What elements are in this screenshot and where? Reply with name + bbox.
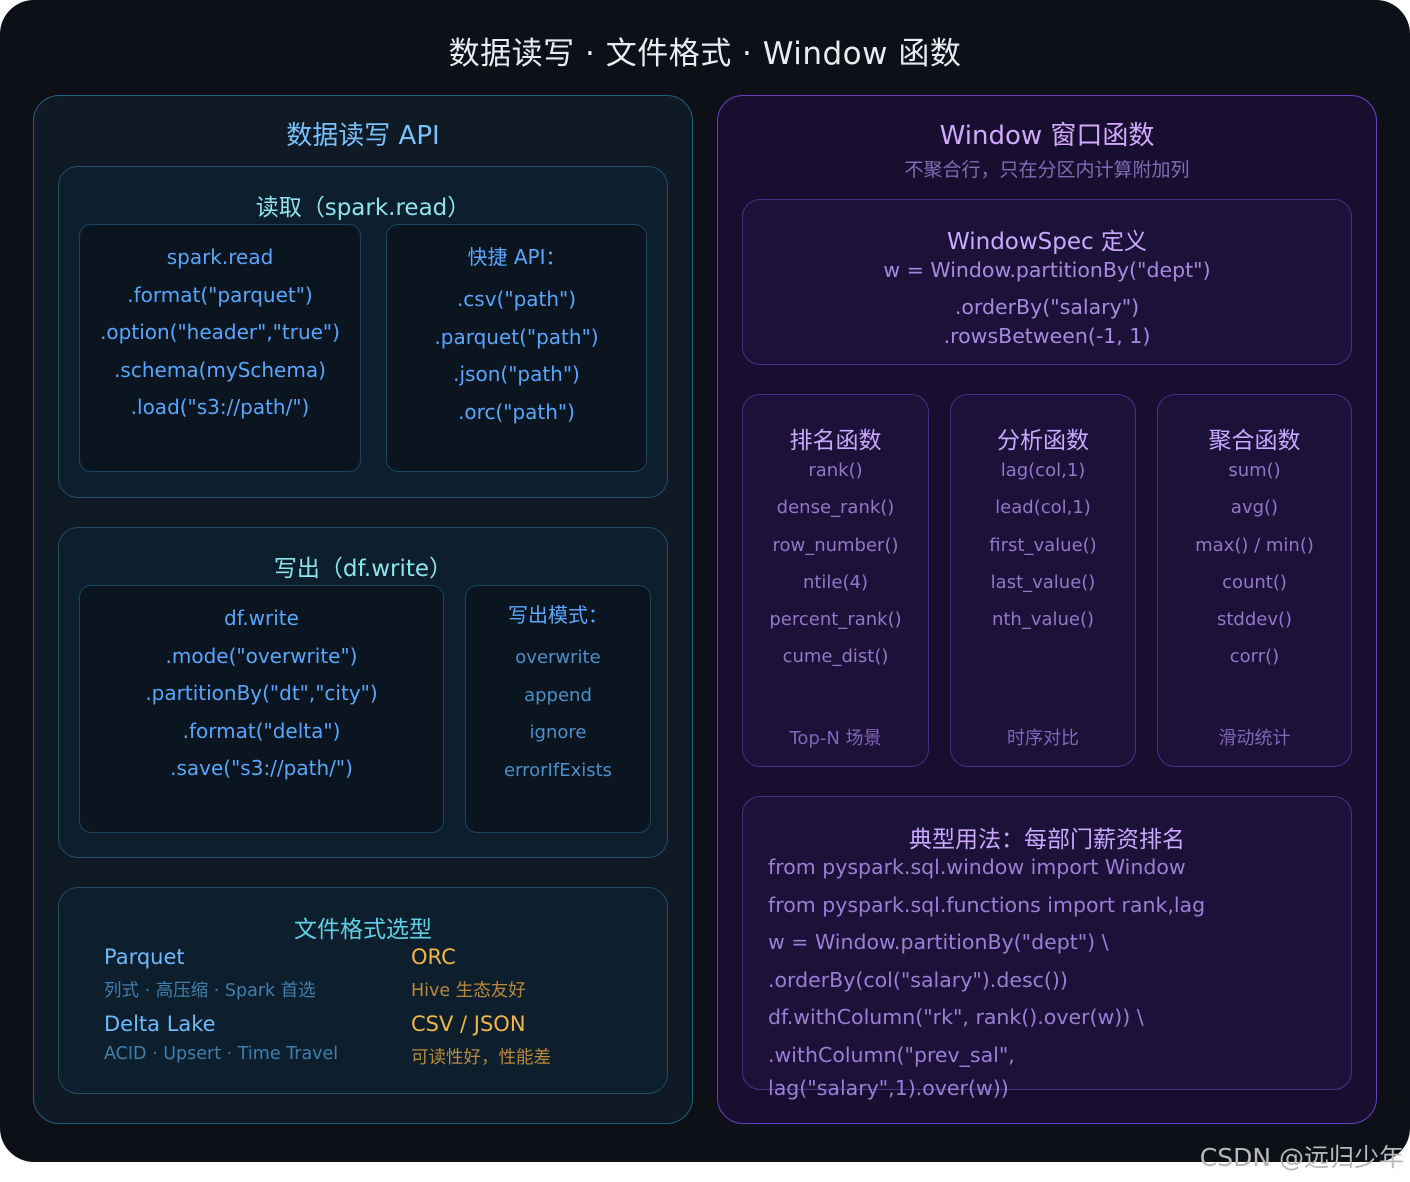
group-footer: Top-N 场景 — [789, 728, 882, 749]
format-desc-delta: ACID · Upsert · Time Travel — [104, 1044, 339, 1064]
group-title: 分析函数 — [997, 428, 1089, 454]
function-item: avg() — [1230, 497, 1279, 519]
function-item: corr() — [1229, 646, 1280, 668]
function-item: lead(col,1) — [995, 497, 1091, 519]
code-line: .mode("overwrite") — [165, 643, 358, 668]
code-line: lag("salary",1).over(w)) — [768, 1076, 1009, 1100]
analytic-functions-box: 分析函数 lag(col,1) lead(col,1) first_value(… — [950, 394, 1136, 767]
group-footer: 滑动统计 — [1218, 728, 1291, 749]
windowspec-line: .orderBy("salary") — [954, 295, 1140, 319]
code-line: .partitionBy("dt","city") — [145, 681, 378, 705]
write-code-list: df.write .mode("overwrite") .partitionBy… — [80, 600, 443, 788]
read-code-list: spark.read .format("parquet") .option("h… — [80, 239, 360, 427]
group-title: 排名函数 — [789, 428, 882, 454]
format-desc-orc: Hive 生态友好 — [411, 981, 526, 1001]
code-line: spark.read — [166, 245, 274, 269]
function-item: rank() — [808, 460, 863, 481]
windowspec-line: .rowsBetween(-1, 1) — [943, 324, 1151, 348]
code-line: .load("s3://path/") — [130, 395, 310, 419]
code-line: .orderBy(col("salary").desc()) — [768, 967, 1068, 992]
function-item: nth_value() — [991, 609, 1095, 631]
window-subheading: 不聚合行，只在分区内计算附加列 — [904, 159, 1190, 181]
shortcut-item: .orc("path") — [458, 399, 575, 424]
page-title: 数据读写 · 文件格式 · Window 函数 — [448, 36, 962, 72]
shortcut-item: .json("path") — [453, 362, 580, 386]
mode-item: overwrite — [515, 647, 601, 668]
function-list: rank() dense_rank() row_number() ntile(4… — [743, 452, 928, 676]
function-item: last_value() — [990, 571, 1096, 593]
function-item: first_value() — [989, 534, 1097, 556]
code-line: .format("delta") — [182, 718, 341, 743]
ranking-functions-box: 排名函数 rank() dense_rank() row_number() nt… — [742, 394, 929, 767]
function-item: max() / min() — [1195, 534, 1314, 556]
mode-item: errorIfExists — [503, 759, 613, 781]
code-line: df.write — [224, 606, 299, 630]
code-line: .schema(mySchema) — [114, 357, 326, 382]
write-title: 写出（df.write） — [273, 556, 453, 582]
function-list: lag(col,1) lead(col,1) first_value() las… — [951, 452, 1135, 638]
code-line: .save("s3://path/") — [170, 756, 353, 780]
code-line: df.withColumn("rk", rank().over(w)) \ — [768, 1005, 1144, 1029]
modes-title: 写出模式： — [508, 603, 608, 627]
format-name-parquet: Parquet — [104, 945, 185, 969]
aggregate-functions-box: 聚合函数 sum() avg() max() / min() count() s… — [1157, 394, 1352, 767]
mode-item: append — [524, 684, 592, 706]
watermark: CSDN @远归少年 — [1199, 1143, 1404, 1172]
function-item: row_number() — [772, 534, 899, 556]
shortcut-item: .parquet("path") — [434, 324, 599, 349]
code-line: w = Window.partitionBy("dept") \ — [768, 930, 1109, 954]
windowspec-title: WindowSpec 定义 — [947, 229, 1147, 255]
format-desc-csv-json: 可读性好，性能差 — [411, 1048, 551, 1068]
function-item: ntile(4) — [802, 571, 869, 593]
format-name-csv-json: CSV / JSON — [411, 1012, 526, 1036]
mode-item: ignore — [529, 722, 587, 743]
read-shortcuts-box: 快捷 API： .csv("path") .parquet("path") .j… — [386, 224, 647, 472]
function-list: sum() avg() max() / min() count() stddev… — [1158, 452, 1351, 676]
code-line: from pyspark.sql.window import Window — [768, 855, 1186, 879]
shortcut-list: .csv("path") .parquet("path") .json("pat… — [387, 281, 646, 431]
write-code-box: df.write .mode("overwrite") .partitionBy… — [79, 585, 444, 833]
function-item: percent_rank() — [769, 609, 902, 631]
function-item: sum() — [1228, 460, 1281, 481]
example-code: from pyspark.sql.window import Window fr… — [768, 849, 1348, 1102]
windowspec-line: w = Window.partitionBy("dept") — [883, 258, 1211, 282]
code-line: .option("header","true") — [100, 320, 340, 344]
format-desc-parquet: 列式 · 高压缩 · Spark 首选 — [104, 981, 316, 1001]
function-item: dense_rank() — [776, 497, 895, 519]
format-name-delta: Delta Lake — [104, 1012, 216, 1036]
group-footer: 时序对比 — [1007, 728, 1079, 749]
group-title: 聚合函数 — [1208, 428, 1301, 454]
code-line: from pyspark.sql.functions import rank,l… — [768, 892, 1206, 917]
function-item: stddev() — [1216, 609, 1293, 631]
shortcut-item: .csv("path") — [456, 287, 577, 311]
code-line: .format("parquet") — [127, 282, 313, 307]
read-title: 读取（spark.read） — [255, 195, 471, 221]
function-item: cume_dist() — [782, 646, 889, 668]
modes-list: overwrite append ignore errorIfExists — [466, 639, 650, 789]
formats-title: 文件格式选型 — [294, 917, 432, 943]
window-heading: Window 窗口函数 — [939, 121, 1155, 151]
function-item: count() — [1222, 571, 1287, 593]
read-code-box: spark.read .format("parquet") .option("h… — [79, 224, 361, 472]
function-item: lag(col,1) — [1000, 460, 1086, 481]
code-line: .withColumn("prev_sal", — [768, 1042, 1015, 1067]
format-name-orc: ORC — [411, 945, 456, 969]
io-api-heading: 数据读写 API — [286, 121, 440, 151]
write-modes-box: 写出模式： overwrite append ignore errorIfExi… — [465, 585, 651, 833]
shortcut-title: 快捷 API： — [467, 245, 566, 269]
